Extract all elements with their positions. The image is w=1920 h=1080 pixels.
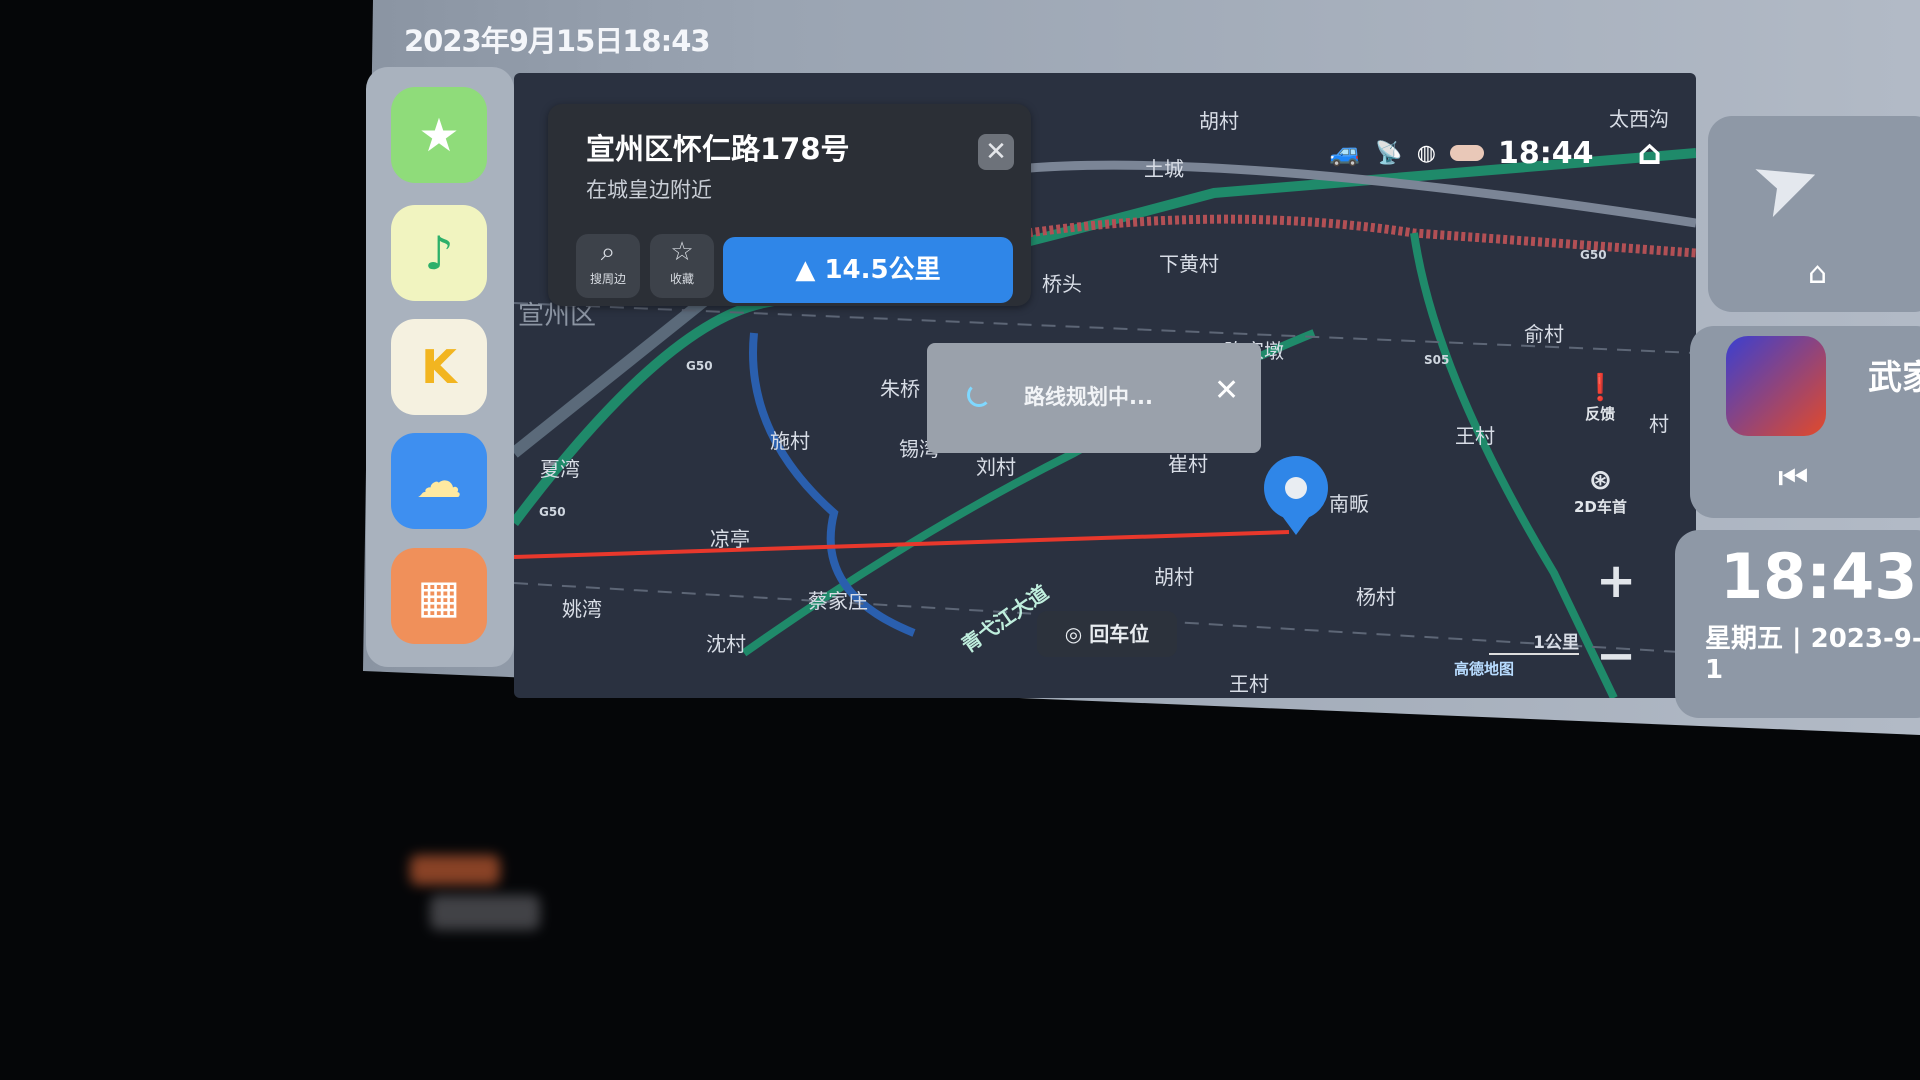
road-code: G50 [1580, 248, 1607, 262]
map-label: 杨村 [1356, 585, 1396, 609]
song-title: 武家 [1868, 358, 1920, 398]
view-mode-label: 2D车首 [1574, 498, 1627, 516]
amap-logo: 高德地图 [1454, 660, 1515, 678]
map-label: 太西沟 [1609, 107, 1669, 131]
feedback-label: 反馈 [1585, 405, 1616, 423]
map-label: 刘村 [976, 455, 1016, 479]
star-icon: ★ [418, 108, 460, 162]
poi-subtitle: 在城皇边附近 [586, 178, 712, 202]
clock-widget: 18:43 星期五 | 2023-9-1 [1675, 530, 1920, 718]
music-note-icon: ♪ [424, 226, 454, 280]
map-view[interactable]: 胡村 土城 太西沟 下黄村 桥头 俞村 宣州区 朱桥 陈家墩 施村 锡湾 刘村 … [514, 73, 1696, 698]
map-label: 凉亭 [710, 527, 750, 551]
clock-date: 星期五 | 2023-9-1 [1705, 624, 1920, 685]
road-code: G50 [686, 359, 713, 373]
zoom-in-button[interactable]: + [1596, 553, 1636, 609]
search-nearby-label: 搜周边 [589, 272, 626, 286]
road-code: S05 [1424, 353, 1450, 367]
app-favorites[interactable]: ★ [391, 87, 487, 183]
app-grid[interactable]: ▦ [391, 548, 487, 644]
screen-reflection [410, 855, 500, 885]
route-planning-toast: 路线规划中... ✕ [927, 343, 1261, 453]
k-song-icon: K [421, 340, 457, 394]
map-label: 下黄村 [1159, 252, 1219, 276]
navigate-button[interactable]: ▲ 14.5公里 [723, 237, 1013, 303]
feedback-button[interactable]: ❗ 反馈 [1584, 373, 1616, 424]
compass-icon: ⊛ [1588, 463, 1613, 496]
favorite-label: 收藏 [669, 272, 694, 286]
map-status-bar: 🚙 📡 ◍ 18:44 ⌂ [1329, 133, 1662, 173]
navigation-arrow-icon: ▲ [795, 255, 825, 285]
road-code: G50 [539, 505, 566, 519]
navigation-arrow-icon: ➤ [1739, 127, 1834, 238]
map-label: 南畈 [1329, 492, 1369, 516]
feedback-icon: ❗ [1584, 373, 1617, 403]
map-label: 蔡家庄 [808, 589, 868, 613]
app-karaoke[interactable]: K [391, 319, 487, 415]
search-nearby-button[interactable]: ⌕ 搜周边 [576, 234, 640, 298]
map-label: 胡村 [1199, 109, 1239, 133]
car-connection-icon: 🚙 [1329, 138, 1362, 168]
home-icon[interactable]: ⌂ [1808, 256, 1827, 291]
map-label: 施村 [770, 429, 810, 453]
map-label: 桥头 [1042, 272, 1082, 296]
poi-title: 宣州区怀仁路178号 [586, 132, 850, 166]
recenter-label: 回车位 [1089, 622, 1150, 646]
map-label: 王村 [1455, 424, 1495, 448]
signal-icon: 📡 [1375, 140, 1403, 166]
app-kids[interactable]: ☁ [391, 433, 487, 529]
recenter-button[interactable]: ◎ 回车位 [1037, 611, 1177, 657]
close-toast-button[interactable]: ✕ [1214, 373, 1239, 408]
map-time: 18:44 [1497, 135, 1594, 171]
loading-spinner-icon [967, 383, 991, 407]
album-cover [1726, 336, 1826, 436]
map-label: 沈村 [706, 632, 746, 656]
map-label: 土城 [1144, 157, 1184, 181]
locate-icon: ◎ [1064, 622, 1090, 646]
favorite-button[interactable]: ☆ 收藏 [650, 234, 714, 298]
distance-label: 14.5公里 [824, 255, 941, 285]
app-music[interactable]: ♪ [391, 205, 487, 301]
cartoon-icon: ☁ [416, 454, 462, 508]
app-dock: ★ ♪ K ☁ ▦ [366, 67, 514, 667]
scale-bar: 1公里 [1489, 628, 1579, 655]
home-icon[interactable]: ⌂ [1637, 133, 1661, 173]
toast-text: 路线规划中... [1024, 385, 1153, 409]
navigation-widget[interactable]: ➤ ⌂ [1708, 116, 1920, 312]
map-label: 胡村 [1154, 565, 1194, 589]
star-outline-icon: ☆ [670, 237, 694, 267]
map-label: 王村 [1229, 672, 1269, 696]
map-label: 俞村 [1524, 322, 1564, 346]
map-label: 夏湾 [540, 457, 580, 481]
previous-track-icon[interactable]: ⏮ [1778, 458, 1809, 498]
traffic-light-icon [1449, 145, 1484, 161]
map-label: 村 [1649, 412, 1669, 436]
poi-card: 宣州区怀仁路178号 在城皇边附近 ✕ ⌕ 搜周边 ☆ 收藏 ▲ 14.5公里 [548, 104, 1031, 306]
map-label: 朱桥 [880, 377, 920, 401]
music-widget: 武家 ⏮ [1690, 326, 1920, 518]
map-label: 姚湾 [562, 597, 602, 621]
datetime: 2023年9月15日18:43 [404, 24, 711, 58]
clock-time: 18:43 [1720, 540, 1918, 613]
search-icon: ⌕ [600, 237, 616, 267]
screen-reflection [430, 895, 540, 930]
grid-icon: ▦ [417, 569, 461, 623]
close-poi-button[interactable]: ✕ [978, 134, 1014, 170]
satellite-icon: ◍ [1416, 140, 1436, 166]
zoom-out-button[interactable]: − [1596, 628, 1636, 684]
view-mode-button[interactable]: ⊛ 2D车首 [1574, 463, 1627, 517]
